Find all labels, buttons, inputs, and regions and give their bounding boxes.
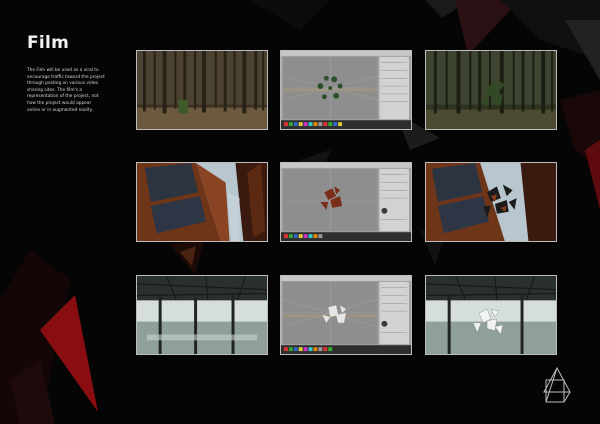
frame-forest-composite — [425, 50, 557, 130]
frame-warehouse-composite — [425, 275, 557, 355]
frame-forest-live — [136, 50, 268, 130]
frame-warehouse-live — [136, 275, 268, 355]
frame-building-composite — [425, 162, 557, 242]
film-description: The Film will be used as a viral to enco… — [27, 68, 105, 113]
frame-building-3d — [280, 162, 412, 242]
page-title: Film — [27, 33, 70, 53]
presentation-page: Film The Film will be used as a viral to… — [0, 0, 600, 424]
frame-warehouse-3d — [280, 275, 412, 355]
frame-forest-3d — [280, 50, 412, 130]
triangle-logo-icon — [543, 366, 571, 403]
frame-building-live — [136, 162, 268, 242]
